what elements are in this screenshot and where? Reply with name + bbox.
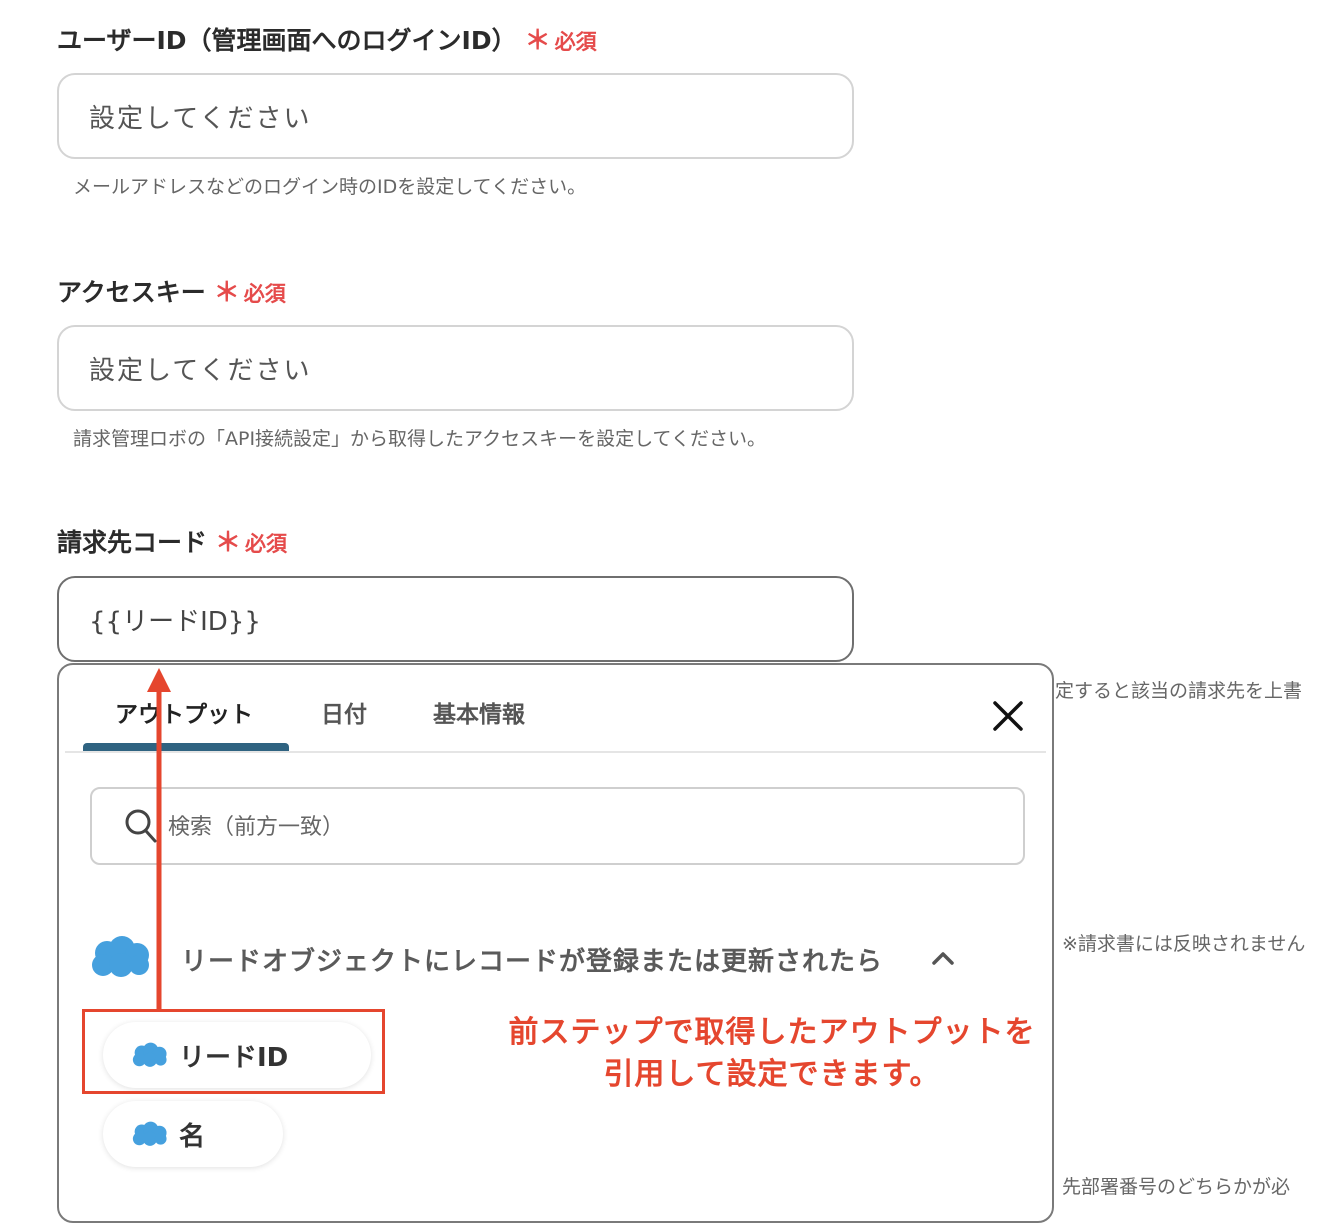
search-box: [90, 787, 1025, 865]
user-id-input[interactable]: 設定してください: [57, 73, 854, 159]
field-label-access-key: アクセスキー＊必須: [57, 272, 286, 309]
required-text: 必須: [554, 30, 597, 54]
output-item-first-name[interactable]: 名: [103, 1101, 283, 1167]
output-group-title: リードオブジェクトにレコードが登録または更新されたら: [181, 947, 884, 977]
close-button[interactable]: [991, 699, 1025, 733]
field-label-text: 請求先コード: [57, 528, 208, 557]
field-label-text: ユーザーID（管理画面へのログインID）: [57, 26, 517, 55]
side-help-text: 先部署番号のどちらかが必: [1062, 1176, 1291, 1198]
close-icon: [993, 701, 1023, 731]
tab-date[interactable]: 日付: [321, 695, 367, 729]
highlight-box: [82, 1009, 385, 1094]
search-input[interactable]: [166, 803, 990, 851]
output-group-header[interactable]: リードオブジェクトにレコードが登録または更新されたら: [89, 933, 989, 983]
required-badge: ＊必須: [214, 278, 286, 308]
required-star: ＊: [215, 528, 242, 558]
required-star: ＊: [213, 278, 240, 308]
salesforce-cloud-icon: [132, 1121, 167, 1146]
required-badge: ＊必須: [215, 528, 288, 558]
billing-code-value: {{リードID}}: [89, 606, 261, 637]
annotation-line: 引用して設定できます。: [603, 1057, 941, 1092]
salesforce-cloud-icon: [92, 936, 149, 977]
user-id-help: メールアドレスなどのログイン時のIDを設定してください。: [73, 176, 587, 198]
side-help-text: ※請求書には反映されません: [1062, 933, 1306, 955]
tab-output[interactable]: アウトプット: [115, 695, 253, 729]
field-label-billing-code: 請求先コード＊必須: [57, 522, 287, 559]
access-key-input[interactable]: 設定してください: [57, 325, 854, 411]
arrow-up-icon: [147, 668, 171, 1012]
annotation-text: 前ステップで取得したアウトプットを 引用して設定できます。: [492, 1012, 1052, 1096]
active-tab-indicator: [83, 743, 289, 751]
output-item-label: 名: [179, 1121, 206, 1152]
field-label-user-id: ユーザーID（管理画面へのログインID）＊必須: [57, 20, 597, 57]
tab-divider: [65, 751, 1046, 753]
chevron-up-icon: [932, 952, 954, 965]
required-text: 必須: [243, 282, 286, 306]
side-help-text: 定すると該当の請求先を上書: [1055, 680, 1303, 702]
access-key-help: 請求管理ロボの「API接続設定」から取得したアクセスキーを設定してください。: [73, 428, 766, 450]
required-badge: ＊必須: [525, 26, 597, 56]
billing-code-input[interactable]: {{リードID}}: [57, 576, 854, 662]
user-id-value: 設定してください: [89, 103, 312, 134]
access-key-value: 設定してください: [89, 355, 312, 386]
required-star: ＊: [524, 26, 551, 56]
annotation-line: 前ステップで取得したアウトプットを: [508, 1015, 1036, 1050]
field-label-text: アクセスキー: [57, 278, 206, 307]
tab-basic-info[interactable]: 基本情報: [433, 695, 525, 729]
required-text: 必須: [245, 532, 288, 556]
